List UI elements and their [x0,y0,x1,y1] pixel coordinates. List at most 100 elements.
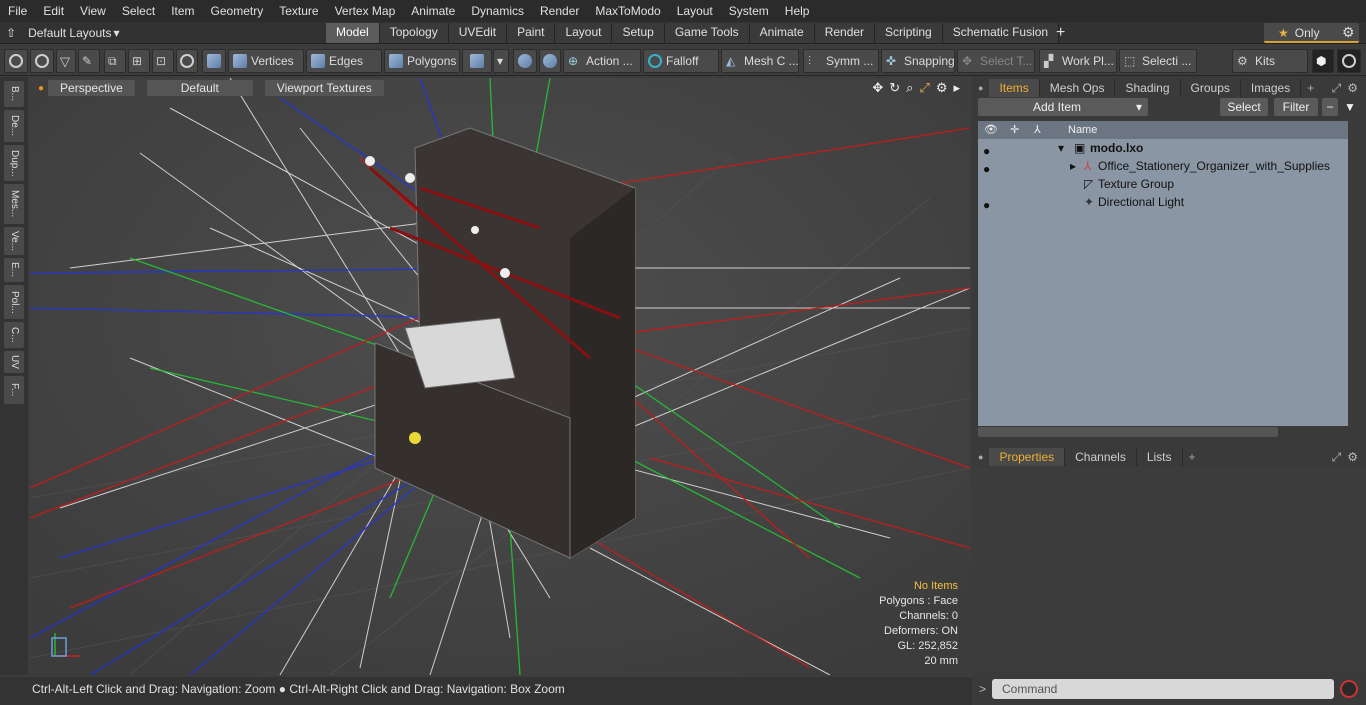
kits-button[interactable]: ⚙ Kits [1232,49,1308,73]
mirror-button[interactable]: ⧉ [104,49,126,73]
edges-button[interactable]: Edges [306,49,382,73]
snapping-button[interactable]: ✜ Snapping [881,49,955,73]
snap-b-button[interactable] [539,49,561,73]
props-menu-dot[interactable]: ● [972,452,989,462]
left-tab-curve[interactable]: C... [4,322,24,348]
filter-button[interactable]: Filter [1274,98,1318,116]
tab-shading[interactable]: Shading [1115,79,1181,97]
menu-file[interactable]: File [0,0,35,22]
menu-geometry[interactable]: Geometry [203,0,272,22]
left-tab-deform[interactable]: De... [4,110,24,142]
falloff-button[interactable]: Falloff [643,49,719,73]
viewport-gear-icon[interactable]: ⚙ [936,80,948,96]
tab-animate[interactable]: Animate [749,23,815,43]
collapse-arrow-icon[interactable]: ▸ [1070,157,1076,175]
expand-arrow-icon[interactable]: ▾ [1058,139,1064,157]
add-tab-icon[interactable]: + [1056,22,1065,44]
add-props-tab-icon[interactable]: + [1183,450,1202,464]
work-plane-button[interactable]: ▞ Work Pl... [1039,49,1117,73]
tab-properties[interactable]: Properties [989,448,1066,466]
menu-texture[interactable]: Texture [271,0,326,22]
menu-render[interactable]: Render [532,0,587,22]
menu-system[interactable]: System [721,0,777,22]
eye-icon[interactable]: ● [983,142,995,158]
name-column-header[interactable]: Name [1068,121,1097,139]
shading-button[interactable]: Default [146,80,253,96]
panel-gear-icon[interactable]: ⚙ [1341,81,1366,95]
zoom-icon[interactable]: ⌕ [906,80,913,96]
3d-viewport[interactable]: ● Perspective Default Viewport Textures … [30,78,970,675]
menu-view[interactable]: View [72,0,114,22]
menu-edit[interactable]: Edit [35,0,72,22]
grid-button[interactable]: ⊞ [128,49,150,73]
menu-animate[interactable]: Animate [403,0,463,22]
tab-game-tools[interactable]: Game Tools [664,23,750,43]
panel-expand-icon[interactable]: ⤢ [1332,81,1342,96]
item-mode-dropdown[interactable]: ▾ [493,49,509,73]
tab-topology[interactable]: Topology [379,23,449,43]
tab-schematic-fusion[interactable]: Schematic Fusion [942,23,1060,43]
menu-select[interactable]: Select [114,0,163,22]
selection-sets-button[interactable]: ⬚ Selecti ... [1119,49,1197,73]
eye-icon[interactable]: ● [983,160,995,176]
left-tab-edge[interactable]: E... [4,258,24,282]
tree-row-texture-group[interactable]: ◸ Texture Group [978,175,1348,193]
layout-selector[interactable]: ⇧ Default Layouts ▾ [6,22,119,44]
shield-button[interactable]: ▽ [56,49,76,73]
filter-funnel-button[interactable]: ▼ [1342,98,1358,116]
add-item-button[interactable]: Add Item ▾ [978,98,1148,116]
select-button[interactable]: Select [1220,98,1268,116]
left-tab-vertex[interactable]: Ve... [4,227,24,255]
item-mode-button[interactable] [462,49,492,73]
tab-model[interactable]: Model [326,23,380,43]
globe-button[interactable] [30,49,54,73]
unity-button[interactable]: ⬢ [1312,49,1334,73]
gear-icon[interactable]: ⚙ [1342,24,1355,41]
tab-uvedit[interactable]: UVEdit [448,23,508,43]
left-tab-polygon[interactable]: Pol... [4,285,24,319]
left-tab-fusion[interactable]: F... [4,376,24,404]
tab-setup[interactable]: Setup [612,23,665,43]
pan-icon[interactable]: ✥ [872,80,883,96]
circle-select-button[interactable] [4,49,28,73]
tab-groups[interactable]: Groups [1181,79,1241,97]
maximize-icon[interactable]: ⤢ [919,80,929,96]
menu-maxtomodo[interactable]: MaxToModo [587,0,668,22]
menu-vertex-map[interactable]: Vertex Map [327,0,404,22]
mesh-constraint-button[interactable]: ◭ Mesh C ... [721,49,799,73]
brush-button[interactable]: ✎ [78,49,100,73]
tab-paint[interactable]: Paint [507,23,556,43]
record-button[interactable] [1340,680,1358,698]
menu-help[interactable]: Help [777,0,818,22]
action-center-button[interactable]: ⊕ Action ... [563,49,641,73]
tab-items[interactable]: Items [989,79,1040,97]
left-tab-basic[interactable]: B... [4,81,24,107]
props-expand-icon[interactable]: ⤢ [1332,450,1342,465]
view-type-button[interactable]: Perspective [48,80,135,96]
cube-button[interactable] [202,49,226,73]
left-tab-duplicate[interactable]: Dup... [4,145,24,181]
polygons-button[interactable]: Polygons [384,49,460,73]
select-through-button[interactable]: ✥ Select T... [957,49,1035,73]
tab-channels[interactable]: Channels [1065,448,1137,466]
props-gear-icon[interactable]: ⚙ [1341,450,1366,464]
tab-scripting[interactable]: Scripting [875,23,943,43]
command-input[interactable]: Command [992,679,1334,699]
unreal-button[interactable] [1337,49,1361,73]
viewport-options-dot[interactable]: ● [38,83,44,94]
rotate-view-icon[interactable]: ↻ [889,80,900,96]
tree-row-mesh[interactable]: ● ▸ ⅄ Office_Stationery_Organizer_with_S… [978,157,1348,176]
tab-render[interactable]: Render [814,23,876,43]
tab-lists[interactable]: Lists [1137,448,1183,466]
expand-arrow-icon[interactable]: ▸ [953,80,960,96]
add-panel-tab-icon[interactable]: + [1301,81,1320,95]
tab-mesh-ops[interactable]: Mesh Ops [1040,79,1116,97]
target-button[interactable]: ⊡ [152,49,174,73]
panel-menu-dot[interactable]: ● [972,83,989,93]
menu-layout[interactable]: Layout [669,0,721,22]
tree-row-light[interactable]: ● ✦ Directional Light [978,193,1348,212]
menu-item[interactable]: Item [163,0,202,22]
item-list-scrollbar[interactable] [978,427,1278,437]
menu-dynamics[interactable]: Dynamics [463,0,532,22]
tree-row-scene[interactable]: ● ▾ ▣ modo.lxo [978,139,1348,158]
